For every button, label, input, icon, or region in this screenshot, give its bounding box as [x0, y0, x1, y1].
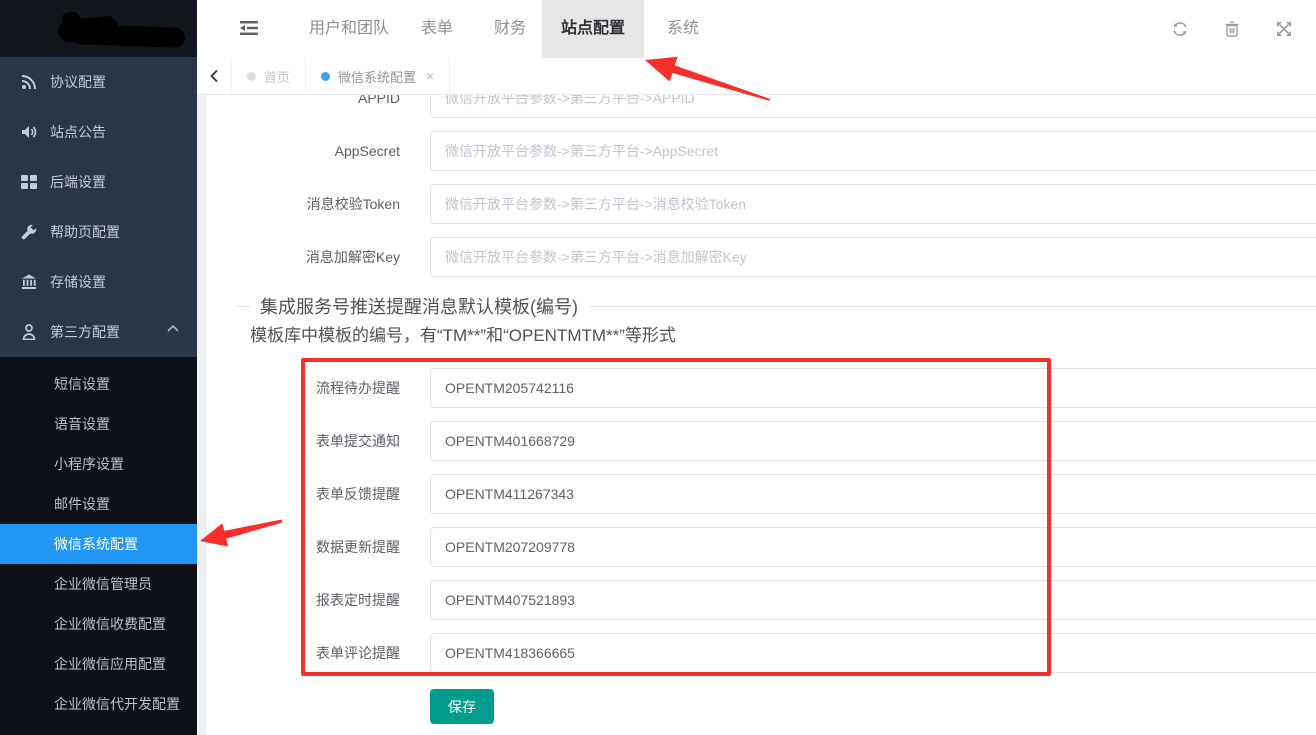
section-title: 集成服务号推送提醒消息默认模板(编号)	[260, 293, 578, 319]
sidebar-item-label: 后端设置	[50, 172, 106, 192]
tab-label: 首页	[264, 67, 290, 86]
section-divider: 集成服务号推送提醒消息默认模板(编号)	[237, 296, 1316, 316]
top-navbar: 用户和团队 表单 财务 站点配置 系统	[197, 0, 1316, 58]
nav-item-finance[interactable]: 财务	[490, 0, 530, 58]
wechat-config-form: APPID AppSecret 消息校验Token 消息加解密Key 集成服务号…	[207, 95, 1316, 735]
sidebar-item-label: 站点公告	[50, 122, 106, 142]
message-key-input[interactable]	[430, 237, 1316, 277]
sidebar-item-storage-settings[interactable]: 存储设置	[0, 257, 197, 307]
sidebar-item-label: 帮助页配置	[50, 222, 120, 242]
sidebar-item-label: 第三方配置	[50, 322, 120, 342]
message-token-input[interactable]	[430, 184, 1316, 224]
data-update-label: 数据更新提醒	[207, 527, 400, 567]
nav-item-site-config[interactable]: 站点配置	[542, 0, 644, 58]
sidebar-menu: 协议配置 站点公告 后端设置	[0, 57, 197, 735]
report-timer-label: 报表定时提醒	[207, 580, 400, 620]
sidebar-item-miniprogram-settings[interactable]: 小程序设置	[0, 444, 197, 484]
tab-label: 微信系统配置	[338, 67, 416, 86]
grid-icon	[21, 174, 37, 190]
sidebar-item-wecom-app-config[interactable]: 企业微信应用配置	[0, 644, 197, 684]
tab-wechat-system-config[interactable]: 微信系统配置 ×	[305, 58, 450, 94]
trash-icon[interactable]	[1224, 21, 1240, 37]
form-row-form-submit: 表单提交通知	[207, 421, 1316, 461]
form-row-flow-todo: 流程待办提醒	[207, 368, 1316, 408]
appid-label: APPID	[207, 95, 400, 118]
announcement-icon	[21, 124, 37, 140]
divider-line	[590, 306, 1316, 307]
tab-status-dot	[321, 72, 330, 81]
sidebar-item-wecom-billing-config[interactable]: 企业微信收费配置	[0, 604, 197, 644]
logo-scribble	[70, 24, 186, 48]
sidebar: 协议配置 站点公告 后端设置	[0, 0, 197, 735]
form-row-msg-key: 消息加解密Key	[207, 237, 1316, 277]
form-row-appid: APPID	[207, 95, 1316, 118]
sidebar-item-label: 存储设置	[50, 272, 106, 292]
form-comment-label: 表单评论提醒	[207, 633, 400, 673]
form-row-form-comment: 表单评论提醒	[207, 633, 1316, 673]
form-feedback-label: 表单反馈提醒	[207, 474, 400, 514]
fullscreen-icon[interactable]	[1276, 21, 1292, 37]
sidebar-item-wechat-system-config[interactable]: 微信系统配置	[0, 524, 197, 564]
form-comment-input[interactable]	[430, 633, 1316, 673]
nav-item-users-teams[interactable]: 用户和团队	[301, 0, 397, 58]
form-submit-label: 表单提交通知	[207, 421, 400, 461]
logo-bar	[0, 0, 197, 57]
sidebar-item-mail-settings[interactable]: 邮件设置	[0, 484, 197, 524]
third-party-submenu: 短信设置 语音设置 小程序设置 邮件设置 微信系统配置 企业微信管理员 企业微信…	[0, 357, 197, 735]
user-icon	[21, 324, 37, 340]
sidebar-item-voice-settings[interactable]: 语音设置	[0, 404, 197, 444]
sidebar-item-backend-settings[interactable]: 后端设置	[0, 157, 197, 207]
nav-item-system[interactable]: 系统	[663, 0, 703, 58]
message-token-label: 消息校验Token	[207, 184, 400, 224]
divider-line	[237, 306, 250, 307]
form-row-msg-token: 消息校验Token	[207, 184, 1316, 224]
bank-icon	[21, 274, 37, 290]
wrench-icon	[21, 224, 37, 240]
tab-status-dot	[247, 72, 256, 81]
message-key-label: 消息加解密Key	[207, 237, 400, 277]
sidebar-item-wecom-admin[interactable]: 企业微信管理员	[0, 564, 197, 604]
form-row-report-timer: 报表定时提醒	[207, 580, 1316, 620]
refresh-icon[interactable]	[1172, 21, 1188, 37]
chevron-left-icon	[209, 69, 219, 83]
report-timer-input[interactable]	[430, 580, 1316, 620]
data-update-input[interactable]	[430, 527, 1316, 567]
flow-todo-label: 流程待办提醒	[207, 368, 400, 408]
form-row-form-feedback: 表单反馈提醒	[207, 474, 1316, 514]
collapse-menu-icon[interactable]	[240, 20, 258, 36]
sidebar-item-site-announcement[interactable]: 站点公告	[0, 107, 197, 157]
chevron-up-icon	[167, 324, 179, 332]
flow-todo-input[interactable]	[430, 368, 1316, 408]
appid-input[interactable]	[430, 95, 1316, 118]
close-tab-icon[interactable]: ×	[426, 68, 434, 84]
sidebar-item-third-party-config[interactable]: 第三方配置	[0, 307, 197, 357]
form-submit-input[interactable]	[430, 421, 1316, 461]
sidebar-item-wecom-devproxy-config[interactable]: 企业微信代开发配置	[0, 684, 197, 724]
save-button[interactable]: 保存	[430, 689, 494, 724]
form-row-data-update: 数据更新提醒	[207, 527, 1316, 567]
admin-app: 协议配置 站点公告 后端设置	[0, 0, 1316, 735]
appsecret-label: AppSecret	[207, 131, 400, 171]
nav-item-forms[interactable]: 表单	[417, 0, 457, 58]
form-feedback-input[interactable]	[430, 474, 1316, 514]
rss-icon	[21, 74, 37, 90]
appsecret-input[interactable]	[430, 131, 1316, 171]
content-scrollbar[interactable]	[197, 95, 207, 735]
section-subtitle: 模板库中模板的编号，有“TM**”和“OPENTMTM**”等形式	[250, 321, 676, 346]
sidebar-item-sms-settings[interactable]: 短信设置	[0, 364, 197, 404]
tab-home[interactable]: 首页	[231, 58, 305, 94]
tab-bar: 首页 微信系统配置 ×	[197, 58, 1316, 95]
logo-scribble	[62, 12, 80, 26]
sidebar-item-protocol-config[interactable]: 协议配置	[0, 57, 197, 107]
sidebar-item-label: 协议配置	[50, 72, 106, 92]
form-row-appsecret: AppSecret	[207, 131, 1316, 171]
sidebar-item-help-page-config[interactable]: 帮助页配置	[0, 207, 197, 257]
tabs-scroll-left-button[interactable]	[197, 58, 231, 94]
